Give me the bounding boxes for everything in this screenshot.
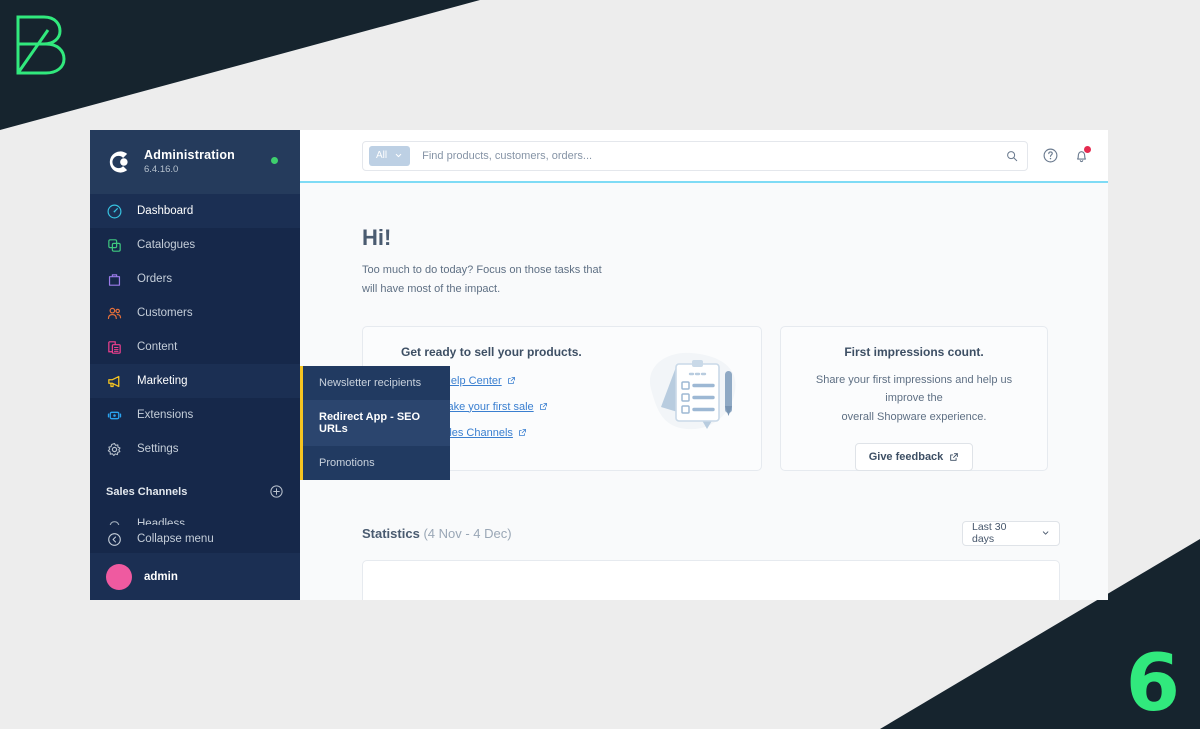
collapse-icon [108, 532, 121, 546]
page-subtitle-line2: will have most of the impact. [362, 283, 501, 296]
search-scope-selector[interactable]: All [369, 145, 411, 166]
search-icon[interactable] [1005, 149, 1019, 163]
sidebar-item-label: Customers [137, 307, 193, 319]
dashboard-icon [107, 204, 122, 218]
sidebar-item-dashboard[interactable]: Dashboard [90, 194, 300, 228]
admin-application-window: Administration 6.4.16.0 Dashboard Catalo… [90, 130, 1108, 600]
decorative-number-six: 6 [1125, 639, 1180, 729]
card-first-impressions: First impressions count. Share your firs… [780, 325, 1048, 471]
chevron-down-icon [395, 153, 402, 158]
sidebar-item-extensions[interactable]: Extensions [90, 398, 300, 432]
sidebar-brand[interactable]: Administration 6.4.16.0 [90, 130, 300, 194]
customers-icon [107, 307, 122, 319]
orders-icon [108, 273, 121, 286]
external-link-icon [539, 403, 547, 410]
status-dot [271, 157, 278, 164]
search-scope-label: All [376, 150, 388, 161]
flyout-item-label: Newsletter recipients [319, 377, 422, 389]
card-title: First impressions count. [844, 344, 984, 359]
help-circle-icon[interactable] [1042, 147, 1059, 164]
avatar [106, 563, 132, 590]
plus-circle-icon[interactable] [269, 484, 284, 499]
sidebar-item-catalogues[interactable]: Catalogues [90, 228, 300, 262]
statistics-panel [362, 559, 1060, 600]
page-subtitle-line1: Too much to do today? Focus on those tas… [362, 264, 602, 276]
marketing-flyout-menu: Newsletter recipients Redirect App - SEO… [300, 366, 450, 480]
username-label: admin [144, 570, 178, 583]
sidebar-item-content[interactable]: Content [90, 330, 300, 364]
sidebar-item-label: Dashboard [137, 205, 194, 217]
external-link-icon [519, 429, 526, 436]
flyout-item-label: Redirect App - SEO URLs [319, 411, 421, 435]
screenshot-stage: 6 Administration 6.4.16.0 Dashboard Cata… [0, 0, 1200, 729]
statistics-range-select[interactable]: Last 30 days [962, 520, 1060, 546]
clipboard-checklist-pen-illustration [649, 352, 736, 429]
decorative-top-left-triangle [0, 0, 480, 130]
search-input[interactable] [410, 149, 1005, 162]
sidebar-item-label: Settings [137, 443, 179, 455]
flyout-item-redirect-app-seo-urls[interactable]: Redirect App - SEO URLs [303, 400, 450, 446]
global-search-bar[interactable]: All [362, 140, 1028, 171]
sidebar-item-label: Orders [137, 273, 173, 285]
page-subtitle: Too much to do today? Focus on those tas… [362, 261, 1060, 300]
statistics-header: Statistics (4 Nov - 4 Dec) Last 30 days [362, 520, 1060, 546]
sidebar-user[interactable]: admin [90, 553, 300, 600]
flyout-item-newsletter-recipients[interactable]: Newsletter recipients [303, 366, 450, 400]
statistics-title-label: Statistics [362, 525, 420, 541]
statistics-title: Statistics (4 Nov - 4 Dec) [362, 526, 512, 541]
card-body-line2: overall Shopware experience. [841, 410, 987, 423]
flyout-item-label: Promotions [319, 457, 375, 469]
give-feedback-button[interactable]: Give feedback [854, 442, 974, 471]
statistics-range-value: Last 30 days [972, 521, 1007, 545]
letter-b-logo-icon [16, 15, 66, 75]
marketing-icon [108, 375, 120, 387]
flyout-item-promotions[interactable]: Promotions [303, 446, 450, 480]
give-feedback-label: Give feedback [868, 450, 944, 463]
sidebar-brand-version: 6.4.16.0 [144, 163, 179, 175]
extensions-icon [107, 411, 122, 419]
sidebar-item-label: Content [137, 341, 178, 353]
settings-icon [107, 442, 121, 456]
chevron-down-icon [1042, 531, 1049, 535]
notification-badge [1084, 146, 1091, 153]
external-link-icon [507, 377, 515, 384]
sidebar-item-marketing[interactable]: Marketing [90, 364, 300, 398]
sidebar-section-sales-channels: Sales Channels [90, 466, 300, 507]
card-body-line1: Share your first impressions and help us… [815, 373, 1013, 405]
shopware-logo-icon [109, 151, 128, 173]
sidebar: Administration 6.4.16.0 Dashboard Catalo… [90, 130, 300, 600]
sidebar-item-orders[interactable]: Orders [90, 262, 300, 296]
sidebar-brand-title: Administration [144, 148, 235, 163]
content-icon [108, 340, 121, 354]
top-header: All [300, 130, 1108, 183]
statistics-date-range: (4 Nov - 4 Dec) [423, 525, 512, 541]
sidebar-item-label: Marketing [137, 375, 188, 387]
sales-channels-label: Sales Channels [106, 485, 188, 498]
cards-row: Get ready to sell your products. Visit t… [362, 325, 1060, 471]
sidebar-item-label: Catalogues [137, 239, 196, 251]
sidebar-item-settings[interactable]: Settings [90, 432, 300, 466]
collapse-menu-label: Collapse menu [137, 533, 214, 545]
card-body: Share your first impressions and help us… [795, 371, 1033, 427]
external-link-icon [950, 452, 959, 461]
sidebar-item-customers[interactable]: Customers [90, 296, 300, 330]
catalogues-icon [108, 238, 121, 252]
sidebar-collapse-menu[interactable]: Collapse menu [90, 525, 300, 553]
page-title: Hi! [362, 225, 392, 250]
sidebar-item-label: Extensions [137, 409, 194, 421]
notifications-button[interactable] [1073, 146, 1091, 164]
